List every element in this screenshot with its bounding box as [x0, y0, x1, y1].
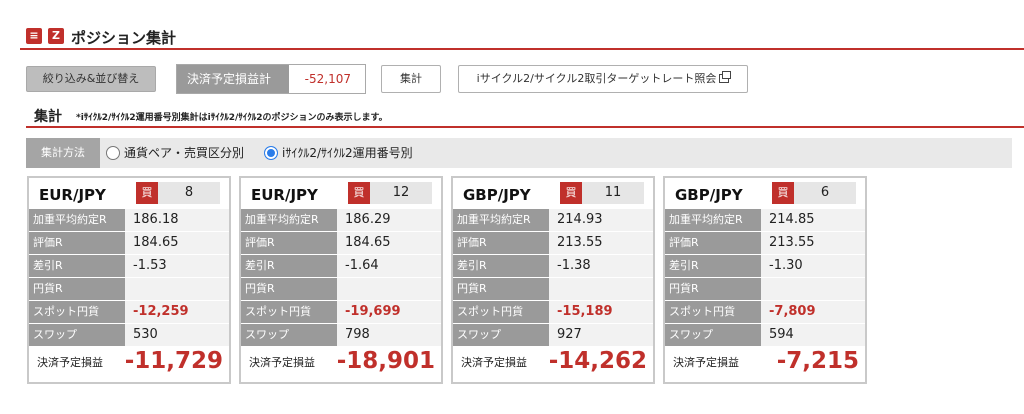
total-value: -7,215: [776, 348, 859, 374]
total-label: 決済予定損益: [37, 356, 103, 369]
page-title: ポジション集計: [71, 29, 177, 47]
method-label: 集計方法: [26, 138, 100, 168]
quantity: 12: [370, 182, 432, 204]
radio-by-cycle-number[interactable]: iｻｲｸﾙ2/ｻｲｸﾙ2運用番号別: [264, 146, 413, 160]
yen-rate-value: [549, 278, 653, 300]
currency-pair: EUR/JPY: [39, 186, 106, 204]
filter-sort-button[interactable]: 絞り込み&並び替え: [26, 66, 156, 92]
eval-rate-label: 評価R: [453, 232, 549, 254]
avg-rate-value: 214.93: [549, 209, 653, 231]
menu-icon[interactable]: ≡: [26, 28, 42, 44]
eval-rate-value: 184.65: [125, 232, 229, 254]
aggregation-method-bar: 集計方法 通貨ペア・売買区分別 iｻｲｸﾙ2/ｻｲｸﾙ2運用番号別: [26, 138, 1012, 168]
section-divider: [26, 126, 1024, 128]
avg-rate-label: 加重平均約定R: [241, 209, 337, 231]
diff-rate-value: -1.64: [337, 255, 441, 277]
total-label: 決済予定損益: [673, 356, 739, 369]
side-badge: 買: [348, 182, 370, 204]
diff-rate-label: 差引R: [29, 255, 125, 277]
yen-rate-value: [761, 278, 865, 300]
eval-rate-value: 213.55: [761, 232, 865, 254]
eval-rate-value: 184.65: [337, 232, 441, 254]
aggregate-button[interactable]: 集計: [381, 65, 441, 93]
quantity: 8: [158, 182, 220, 204]
total-label: 決済予定損益: [461, 356, 527, 369]
target-rate-button[interactable]: iサイクル2/サイクル2取引ターゲットレート照会: [458, 65, 748, 93]
avg-rate-value: 186.18: [125, 209, 229, 231]
currency-pair: GBP/JPY: [463, 186, 531, 204]
avg-rate-label: 加重平均約定R: [665, 209, 761, 231]
spot-label: スポット円貨: [665, 301, 761, 323]
target-rate-label: iサイクル2/サイクル2取引ターゲットレート照会: [476, 72, 717, 85]
total-label: 決済予定損益: [249, 356, 315, 369]
total-value: -18,901: [336, 348, 435, 374]
z-logo-icon: Z: [48, 28, 64, 44]
side-badge: 買: [560, 182, 582, 204]
diff-rate-label: 差引R: [665, 255, 761, 277]
yen-rate-label: 円貨R: [29, 278, 125, 300]
diff-rate-label: 差引R: [241, 255, 337, 277]
currency-pair: EUR/JPY: [251, 186, 318, 204]
side-badge: 買: [772, 182, 794, 204]
avg-rate-value: 214.85: [761, 209, 865, 231]
eval-rate-value: 213.55: [549, 232, 653, 254]
quantity: 6: [794, 182, 856, 204]
diff-rate-value: -1.53: [125, 255, 229, 277]
yen-rate-label: 円貨R: [241, 278, 337, 300]
pl-total-value: -52,107: [304, 72, 351, 86]
diff-rate-label: 差引R: [453, 255, 549, 277]
avg-rate-label: 加重平均約定R: [29, 209, 125, 231]
yen-rate-label: 円貨R: [453, 278, 549, 300]
diff-rate-value: -1.38: [549, 255, 653, 277]
yen-rate-value: [337, 278, 441, 300]
page-header: ≡ Z ポジション集計: [0, 0, 1024, 52]
position-card: GBP/JPY 買 11 加重平均約定R 214.93 評価R 213.55 差引R…: [451, 176, 655, 384]
diff-rate-value: -1.30: [761, 255, 865, 277]
spot-label: スポット円貨: [453, 301, 549, 323]
radio-by-pair[interactable]: 通貨ペア・売買区分別: [106, 146, 244, 160]
section-note: *iｻｲｸﾙ2/ｻｲｸﾙ2運用番号別集計はiｻｲｸﾙ2/ｻｲｸﾙ2のポジションの…: [76, 113, 388, 123]
side-badge: 買: [136, 182, 158, 204]
position-card: EUR/JPY 買 8 加重平均約定R 186.18 評価R 184.65 差引R -…: [27, 176, 231, 384]
pl-total-box: 決済予定損益計 -52,107: [176, 64, 366, 94]
yen-rate-label: 円貨R: [665, 278, 761, 300]
currency-pair: GBP/JPY: [675, 186, 743, 204]
eval-rate-label: 評価R: [29, 232, 125, 254]
position-card: GBP/JPY 買 6 加重平均約定R 214.85 評価R 213.55 差引R -…: [663, 176, 867, 384]
eval-rate-label: 評価R: [241, 232, 337, 254]
eval-rate-label: 評価R: [665, 232, 761, 254]
toolbar: 絞り込み&並び替え 決済予定損益計 -52,107 集計 iサイクル2/サイクル…: [0, 64, 1024, 94]
quantity: 11: [582, 182, 644, 204]
spot-value: -7,809: [761, 301, 865, 323]
spot-label: スポット円貨: [29, 301, 125, 323]
spot-label: スポット円貨: [241, 301, 337, 323]
avg-rate-value: 186.29: [337, 209, 441, 231]
avg-rate-label: 加重平均約定R: [453, 209, 549, 231]
pl-total-label: 決済予定損益計: [177, 65, 289, 93]
external-window-icon: [719, 71, 732, 83]
spot-value: -19,699: [337, 301, 441, 323]
spot-value: -12,259: [125, 301, 229, 323]
total-value: -14,262: [548, 348, 647, 374]
position-card: EUR/JPY 買 12 加重平均約定R 186.29 評価R 184.65 差引R…: [239, 176, 443, 384]
header-divider: [20, 48, 1024, 50]
total-value: -11,729: [124, 348, 223, 374]
section-title: 集計: [34, 109, 62, 125]
spot-value: -15,189: [549, 301, 653, 323]
yen-rate-value: [125, 278, 229, 300]
